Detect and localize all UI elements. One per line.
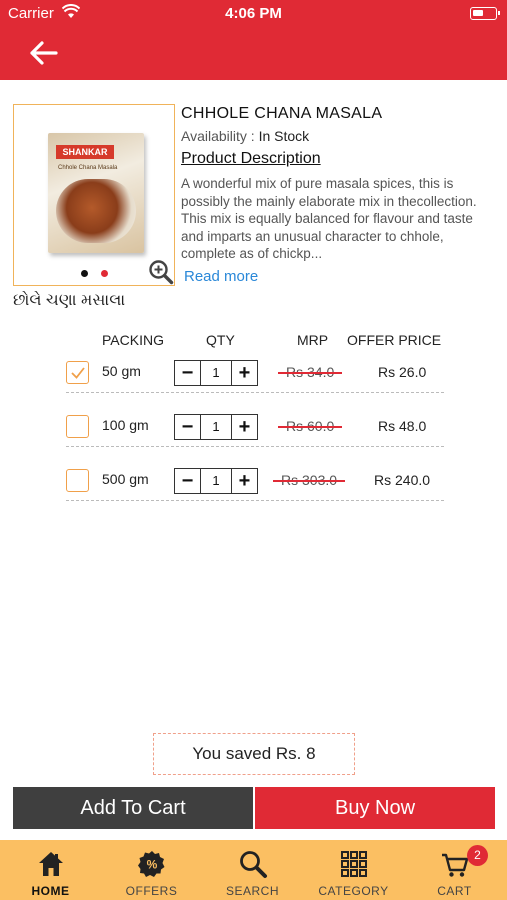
offers-icon: % [138,851,165,877]
header-packing: PACKING [102,332,164,348]
packing-row: 500 gm − 1 + Rs 303.0 Rs 240.0 [0,456,507,510]
packing-row: 50 gm − 1 + Rs 34.0 Rs 26.0 [0,348,507,402]
search-icon [240,851,267,878]
increment-button[interactable]: + [231,415,257,439]
quantity-stepper: − 1 + [174,414,258,440]
decrement-button[interactable]: − [175,469,201,493]
availability-label: Availability : [181,128,255,144]
tab-home[interactable]: HOME [0,840,101,900]
back-arrow-icon[interactable] [26,38,60,68]
description-text: A wonderful mix of pure masala spices, t… [181,176,477,261]
availability-value: In Stock [258,128,310,144]
availability: Availability : In Stock [181,128,309,144]
row-divider [66,500,444,501]
home-icon [39,852,63,876]
quantity-stepper: − 1 + [174,468,258,494]
tab-search[interactable]: SEARCH [202,840,303,900]
decrement-button[interactable]: − [175,361,201,385]
header-offer-price: OFFER PRICE [347,332,442,348]
status-bar: Carrier 4:06 PM [0,0,507,28]
increment-button[interactable]: + [231,361,257,385]
packing-checkbox[interactable] [66,469,89,492]
decrement-button[interactable]: − [175,415,201,439]
nav-bar [0,28,507,80]
offer-price: Rs 240.0 [374,472,431,488]
quantity-value: 1 [212,419,220,434]
header-qty: QTY [206,332,235,348]
header-mrp: MRP [297,332,329,348]
product-image-carousel[interactable]: SHANKAR Chhole Chana Masala [13,104,175,286]
packing-size: 100 gm [102,417,149,433]
packing-checkbox[interactable] [66,361,89,384]
product-package-image: SHANKAR Chhole Chana Masala [48,133,144,253]
packing-size: 50 gm [102,363,141,379]
category-grid-icon [341,851,367,877]
row-divider [66,392,444,393]
mrp-price: Rs 34.0 [277,364,343,380]
product-title: CHHOLE CHANA MASALA [181,105,383,122]
add-to-cart-button[interactable]: Add To Cart [13,787,253,829]
checkmark-icon [71,367,85,379]
tab-offers[interactable]: % OFFERS [101,840,202,900]
quantity-stepper: − 1 + [174,360,258,386]
tab-cart[interactable]: 2 CART [404,840,505,900]
product-local-name: છોલે ચણા મસાલા [13,292,126,309]
carousel-dot-1[interactable] [81,270,88,277]
package-brand: SHANKAR [56,145,114,159]
tab-category[interactable]: CATEGORY [303,840,404,900]
quantity-value: 1 [212,473,220,488]
tab-label: SEARCH [225,884,279,898]
zoom-in-icon[interactable] [148,259,174,285]
status-time: 4:06 PM [225,5,282,22]
read-more-link[interactable]: Read more [184,268,258,285]
package-subtitle: Chhole Chana Masala [58,165,118,171]
cart-count-badge: 2 [467,845,488,866]
tab-label: OFFERS [125,884,178,898]
buy-now-button[interactable]: Buy Now [255,787,495,829]
description-heading: Product Description [181,150,321,167]
tab-label: HOME [31,884,70,898]
cart-icon [442,853,469,877]
bottom-tab-bar: HOME % OFFERS SEARCH CATEGORY 2 CART [0,840,507,900]
battery-icon [470,7,500,20]
packing-row: 100 gm − 1 + Rs 60.0 Rs 48.0 [0,402,507,456]
mrp-price: Rs 60.0 [277,418,343,434]
tab-label: CATEGORY [318,884,389,898]
svg-text:%: % [147,858,158,872]
carousel-dot-2[interactable] [101,270,108,277]
tab-label: CART [437,884,472,898]
quantity-value: 1 [212,365,220,380]
savings-banner: You saved Rs. 8 [153,733,355,775]
packing-checkbox[interactable] [66,415,89,438]
increment-button[interactable]: + [231,469,257,493]
offer-price: Rs 48.0 [378,418,427,434]
packing-size: 500 gm [102,471,149,487]
offer-price: Rs 26.0 [378,364,427,380]
package-dish-photo [56,179,136,243]
mrp-price: Rs 303.0 [272,472,346,488]
row-divider [66,446,444,447]
